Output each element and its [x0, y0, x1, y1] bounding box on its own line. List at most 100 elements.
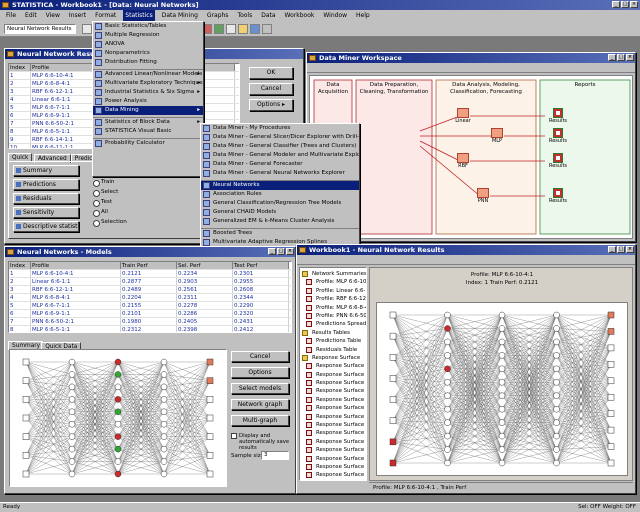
workspace-node-mlp[interactable]: MLP — [486, 128, 508, 144]
menu-item-nonparametrics[interactable]: Nonparametrics — [93, 49, 203, 58]
menu-item-industrial-statistics-six-sigma[interactable]: Industrial Statistics & Six Sigma ▸ — [93, 88, 203, 97]
tree-leaf[interactable]: Profile: PNN 6:6-50-2:1 — [300, 312, 366, 320]
descriptive-statistics-button[interactable]: Descriptive statistics — [13, 221, 79, 232]
tree-leaf[interactable]: Residuals Table — [300, 346, 366, 354]
tree-leaf[interactable]: Response Surface — [300, 455, 366, 463]
menu-item-generalized-em-k-means-cluster-analysis[interactable]: Generalized EM & k-Means Cluster Analysi… — [201, 217, 359, 226]
menu-window[interactable]: Window — [321, 10, 349, 21]
ok-button[interactable]: OK — [249, 67, 293, 79]
menu-data-mining[interactable]: Data Mining — [160, 10, 200, 21]
options-button[interactable]: Options — [231, 367, 289, 378]
menu-statistics[interactable]: Statistics — [123, 10, 155, 21]
table-icon[interactable] — [214, 24, 224, 34]
sensitivity-button[interactable]: Sensitivity — [13, 207, 79, 218]
tree-leaf[interactable]: Profile: MLP 6:6-10-4:1 — [300, 278, 366, 286]
menu-item-data-miner-general-neural-networks-explorer[interactable]: Data Miner - General Neural Networks Exp… — [201, 169, 359, 178]
tree-leaf[interactable]: Response Surface — [300, 446, 366, 454]
menu-item-statistics-of-block-data[interactable]: Statistics of Block Data ▸ — [93, 118, 203, 127]
radio-test[interactable]: Test — [93, 199, 112, 207]
menu-data[interactable]: Data — [259, 10, 277, 21]
tree-leaf[interactable]: Response Surface — [300, 362, 366, 370]
tree-leaf[interactable]: Response Surface — [300, 480, 366, 481]
tree-leaf[interactable]: Response Surface — [300, 421, 366, 429]
table-row[interactable]: 8 MLP 6:6-5-1:1 0.2312 0.2398 0.2412 — [9, 326, 291, 332]
column-header[interactable]: Test Perf — [233, 262, 289, 269]
menu-help[interactable]: Help — [354, 10, 372, 21]
autosave-checkbox[interactable]: Display and automatically save results — [231, 433, 293, 451]
workspace-report-node[interactable]: Results — [546, 128, 570, 144]
column-header[interactable]: Index — [9, 262, 31, 269]
table-row[interactable]: 3 RBF 6:6-12-1:1 0.2489 0.2561 0.2608 — [9, 286, 291, 294]
minimize-button[interactable]: _ — [608, 246, 616, 253]
menu-item-data-miner-general-slicer-dicer-explorer-with-drill-down[interactable]: Data Miner - General Slicer/Dicer Explor… — [201, 133, 359, 142]
menu-workbook[interactable]: Workbook — [283, 10, 317, 21]
close-button[interactable]: × — [626, 246, 634, 253]
network-graph-button[interactable]: Network graph — [231, 399, 289, 410]
tree-leaf[interactable]: Response Surface — [300, 371, 366, 379]
menu-item-general-chaid-models[interactable]: General CHAID Models — [201, 208, 359, 217]
workspace-report-node[interactable]: Results — [546, 153, 570, 169]
results-tree[interactable]: Network Summaries Profile: MLP 6:6-10-4:1… — [299, 267, 367, 481]
menu-tools[interactable]: Tools — [235, 10, 254, 21]
tree-leaf[interactable]: Response Surface — [300, 429, 366, 437]
tree-leaf[interactable]: Response Surface — [300, 471, 366, 479]
tree-folder[interactable]: Network Summaries — [300, 270, 366, 278]
menu-item-data-miner-general-modeler-and-multivariate-explorer[interactable]: Data Miner - General Modeler and Multiva… — [201, 151, 359, 160]
menu-item-advanced-linear-nonlinear-models[interactable]: Advanced Linear/Nonlinear Models ▸ — [93, 70, 203, 79]
tree-folder[interactable]: Results Tables — [300, 329, 366, 337]
model-grid[interactable]: Index Profile Train Perf Sel. Perf Test Perf… — [8, 261, 292, 333]
radio-all[interactable]: All — [93, 209, 108, 217]
menu-item-boosted-trees[interactable]: Boosted Trees — [201, 229, 359, 238]
toolbar-dropdown[interactable]: Neural Network Results — [4, 24, 76, 34]
menu-item-data-mining[interactable]: Data Mining ▸ — [93, 106, 203, 115]
column-header[interactable]: Sel. Perf — [177, 262, 233, 269]
summary-button[interactable]: Summary — [13, 165, 79, 176]
tree-leaf[interactable]: Response Surface — [300, 387, 366, 395]
cancel-button[interactable]: Cancel — [249, 83, 293, 95]
filter-icon[interactable] — [238, 24, 248, 34]
menu-format[interactable]: Format — [93, 10, 118, 21]
tree-leaf[interactable]: Response Surface — [300, 413, 366, 421]
tree-leaf[interactable]: Response Surface — [300, 379, 366, 387]
menu-item-general-classification-regression-tree-models[interactable]: General Classification/Regression Tree M… — [201, 199, 359, 208]
maximize-button[interactable]: □ — [277, 248, 285, 255]
tree-leaf[interactable]: Response Surface — [300, 404, 366, 412]
cancel-button[interactable]: Cancel — [231, 351, 289, 362]
new-icon[interactable] — [82, 24, 92, 34]
minimize-button[interactable]: _ — [268, 248, 276, 255]
menu-item-association-rules[interactable]: Association Rules — [201, 190, 359, 199]
close-button[interactable]: × — [630, 1, 638, 8]
table-row[interactable]: 1 MLP 6:6-10-4:1 0.2121 0.2234 0.2301 — [9, 270, 291, 278]
menu-item-distribution-fitting[interactable]: Distribution Fitting — [93, 58, 203, 67]
menu-item-probability-calculator[interactable]: Probability Calculator — [93, 139, 203, 148]
menu-item-neural-networks[interactable]: Neural Networks — [201, 181, 359, 190]
select-models-button[interactable]: Select models — [231, 383, 289, 394]
tree-leaf[interactable]: Response Surface — [300, 438, 366, 446]
menu-item-data-miner-general-forecaster[interactable]: Data Miner - General Forecaster — [201, 160, 359, 169]
table-row[interactable]: 6 MLP 6:6-9-1:1 0.2101 0.2286 0.2320 — [9, 310, 291, 318]
radio-selection[interactable]: Selection — [93, 219, 127, 227]
maximize-button[interactable]: □ — [621, 1, 629, 8]
menu-item-anova[interactable]: ANOVA — [93, 40, 203, 49]
menu-view[interactable]: View — [44, 10, 62, 21]
sort-icon[interactable] — [226, 24, 236, 34]
radio-train[interactable]: Train — [93, 179, 114, 187]
tree-folder[interactable]: Response Surface — [300, 354, 366, 362]
column-header[interactable]: Profile — [31, 262, 121, 269]
menu-item-power-analysis[interactable]: Power Analysis — [93, 97, 203, 106]
workspace-node-pnn[interactable]: PNN — [472, 188, 494, 204]
menu-file[interactable]: File — [4, 10, 18, 21]
workspace-node-linear[interactable]: Linear — [452, 108, 474, 124]
close-button[interactable]: × — [626, 54, 634, 61]
workspace-node-rbf[interactable]: RBF — [452, 153, 474, 169]
residuals-button[interactable]: Residuals — [13, 193, 79, 204]
zoom-icon[interactable] — [250, 24, 260, 34]
menu-item-multiple-regression[interactable]: Multiple Regression — [93, 31, 203, 40]
tree-leaf[interactable]: Profile: Linear 6:6-1:1 — [300, 287, 366, 295]
tree-leaf[interactable]: Predictions Table — [300, 337, 366, 345]
workspace-report-node[interactable]: Results — [546, 108, 570, 124]
table-row[interactable]: 5 MLP 6:6-7-1:1 0.2155 0.2278 0.2290 — [9, 302, 291, 310]
minimize-button[interactable]: _ — [608, 54, 616, 61]
menu-insert[interactable]: Insert — [67, 10, 88, 21]
tree-leaf[interactable]: Profile: MLP 6:6-8-4:1 — [300, 304, 366, 312]
